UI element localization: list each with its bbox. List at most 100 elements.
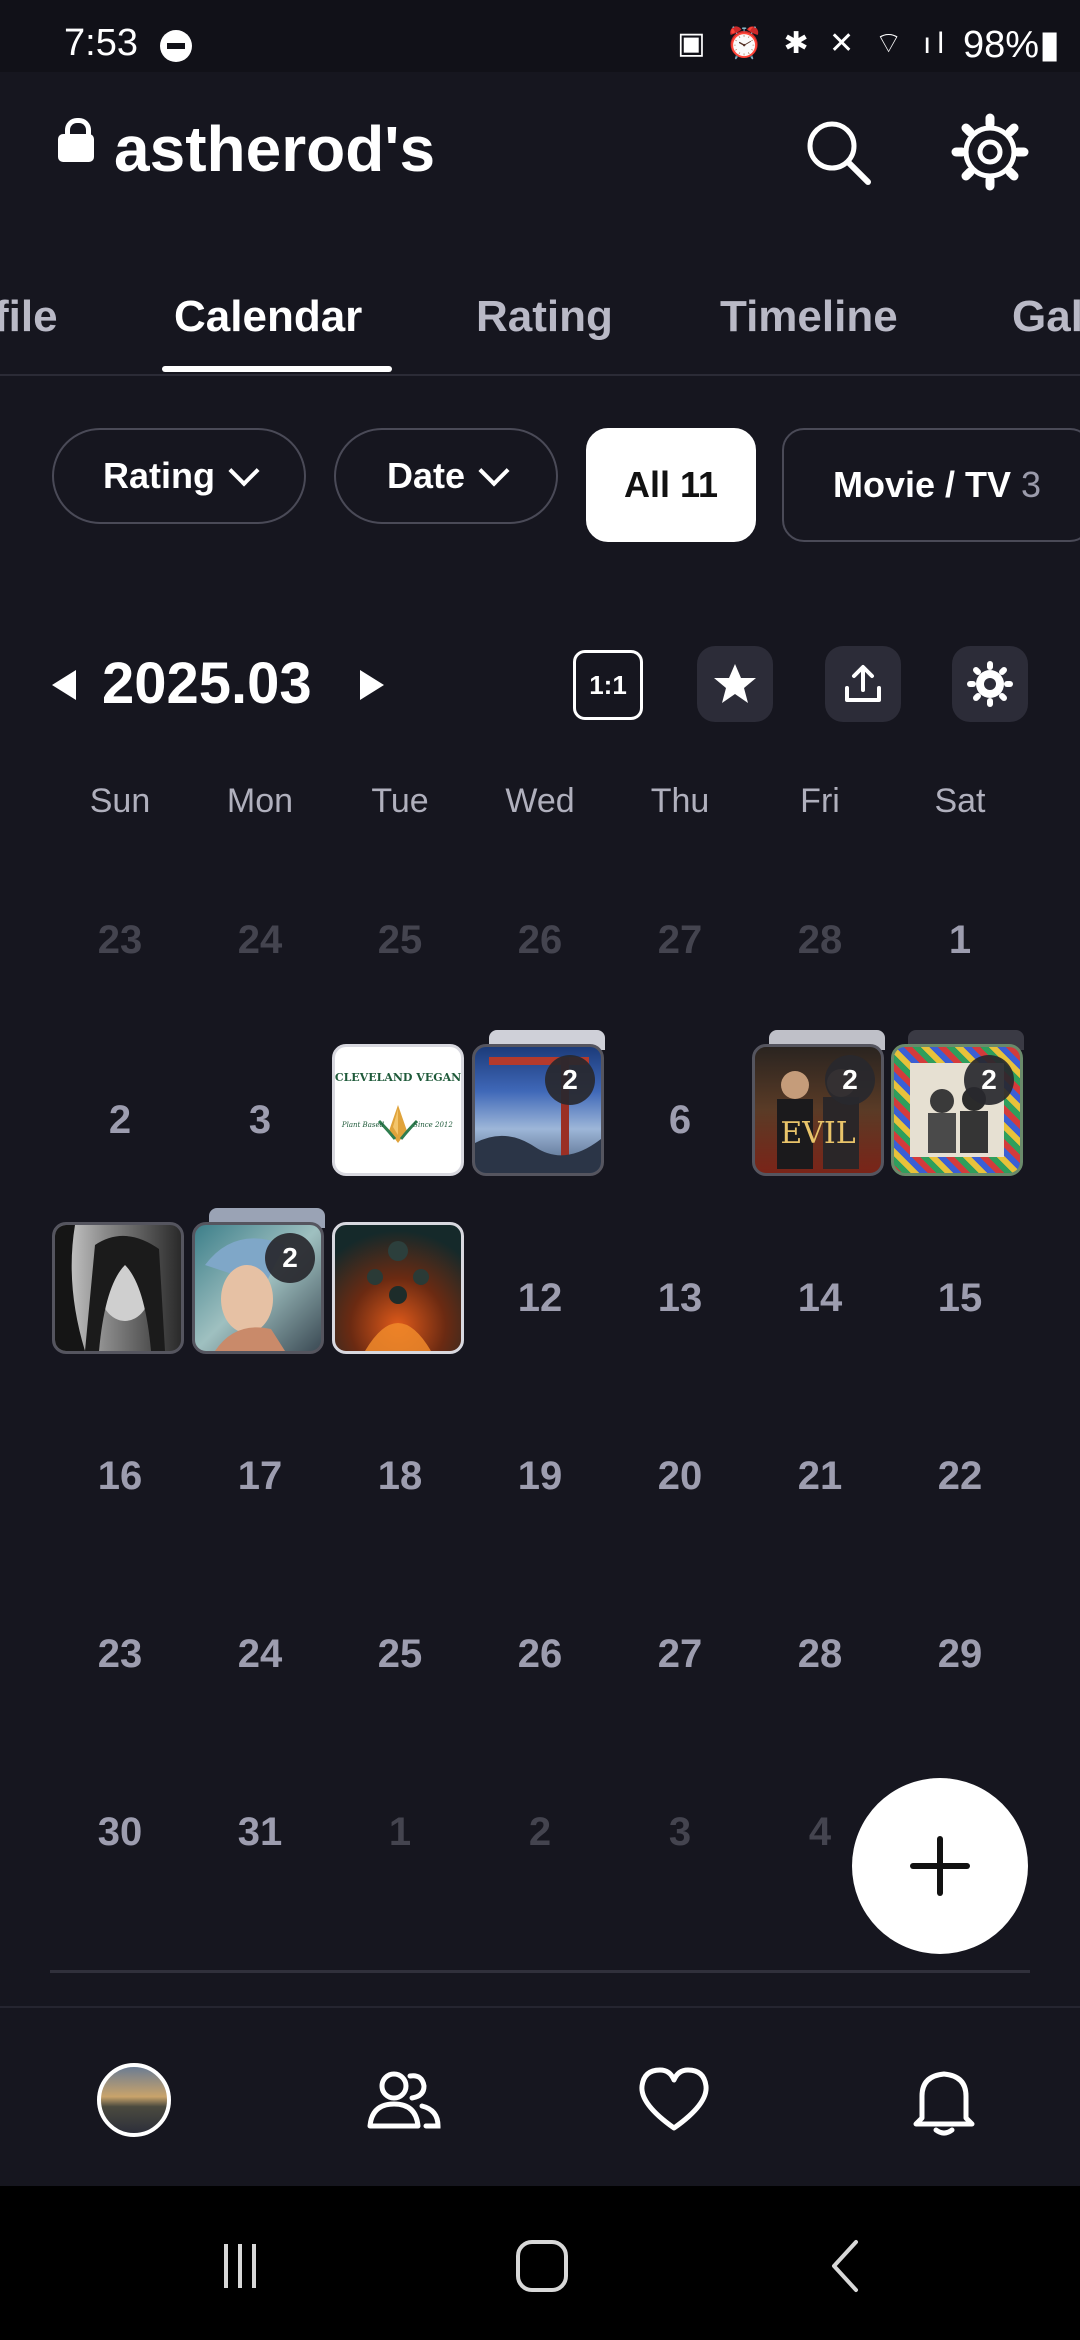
nav-notifications[interactable] xyxy=(902,2058,986,2142)
back-icon xyxy=(832,2240,858,2292)
cleveland-vegan-logo: CLEVELAND VEGAN Plant Based Since 2012 xyxy=(335,1071,461,1143)
gear-icon xyxy=(967,661,1013,707)
search-icon xyxy=(807,121,871,185)
nav-favorites[interactable] xyxy=(632,2058,716,2142)
calendar-day[interactable]: 27 xyxy=(620,1632,740,1677)
tab-gallery[interactable]: Gal xyxy=(1012,292,1080,342)
movie-tv-filter-chip[interactable]: Movie / TV 3 xyxy=(782,428,1080,542)
calendar-day[interactable]: 22 xyxy=(900,1454,1020,1499)
status-time: 7:53 xyxy=(64,22,138,64)
calendar-day-prev-month: 24 xyxy=(237,918,283,962)
calendar-day-prev-month: 26 xyxy=(517,918,563,962)
aspect-ratio-button[interactable]: 1:1 xyxy=(573,650,643,720)
favorites-button[interactable] xyxy=(697,646,773,722)
calendar-day[interactable]: 21 xyxy=(760,1454,880,1499)
nav-friends[interactable] xyxy=(362,2058,446,2142)
calendar-day[interactable]: 14 xyxy=(760,1276,880,1321)
app-header: astherod's xyxy=(0,72,1080,232)
heart-icon xyxy=(639,2067,709,2131)
share-icon xyxy=(845,665,881,702)
calendar-day-next-month: 3 xyxy=(668,1810,692,1854)
home-button[interactable] xyxy=(502,2236,582,2296)
calendar-day[interactable]: 19 xyxy=(480,1454,600,1499)
page-title: astherod's xyxy=(114,113,436,185)
calendar-day[interactable]: 20 xyxy=(620,1454,740,1499)
all-filter-chip[interactable]: All 11 xyxy=(586,428,756,542)
avatar xyxy=(97,2063,171,2137)
calendar-entry-thumbnail[interactable]: 2 xyxy=(192,1222,324,1354)
calendar-entry-thumbnail[interactable]: EVIL 2 xyxy=(752,1044,884,1176)
home-icon xyxy=(516,2240,568,2292)
rating-filter-dropdown[interactable]: Rating xyxy=(52,428,306,524)
tab-rating[interactable]: Rating xyxy=(476,292,613,342)
recent-apps-button[interactable] xyxy=(200,2236,280,2296)
entry-count-badge: 2 xyxy=(964,1055,1014,1105)
status-bar: 7:53 ▣ ⏰ ✱ ✕ ⌔ ıl 98%▮ xyxy=(0,0,1080,72)
calendar-day[interactable]: 30 xyxy=(60,1810,180,1855)
date-filter-dropdown[interactable]: Date xyxy=(334,428,558,524)
logo-right-text: Since 2012 xyxy=(413,1121,453,1129)
calendar-day[interactable]: 28 xyxy=(760,1632,880,1677)
calendar-day[interactable]: 29 xyxy=(900,1632,1020,1677)
calendar-day[interactable]: 12 xyxy=(480,1276,600,1321)
all-filter-label: All xyxy=(623,464,670,505)
calendar-settings-button[interactable] xyxy=(952,646,1028,722)
calendar-day[interactable]: 13 xyxy=(620,1276,740,1321)
bw-portrait xyxy=(55,1225,165,1351)
calendar-entry-thumbnail[interactable] xyxy=(332,1222,464,1354)
tab-calendar[interactable]: Calendar xyxy=(174,292,362,342)
calendar-day[interactable]: 17 xyxy=(200,1454,320,1499)
calendar-entry-thumbnail[interactable]: 2 xyxy=(891,1044,1023,1176)
calendar-day[interactable]: 23 xyxy=(60,1632,180,1677)
calendar-entry-thumbnail[interactable]: CLEVELAND VEGAN Plant Based Since 2012 xyxy=(332,1044,464,1176)
weekday-label: Tue xyxy=(371,782,429,820)
system-navigation-bar xyxy=(0,2186,1080,2340)
entry-count-badge: 2 xyxy=(545,1055,595,1105)
calendar-day[interactable]: 25 xyxy=(340,1632,460,1677)
weekday-label: Mon xyxy=(226,782,294,820)
calendar-day[interactable]: 24 xyxy=(200,1632,320,1677)
battery-level: 98%▮ xyxy=(963,24,1060,66)
previous-month-button[interactable] xyxy=(52,670,76,700)
calendar-day[interactable]: 2 xyxy=(60,1098,180,1143)
recent-apps-icon xyxy=(224,2244,256,2288)
tab-profile[interactable]: file xyxy=(0,292,58,342)
poster-title: EVIL xyxy=(780,1116,855,1151)
tab-bar: file Calendar Rating Timeline Gal xyxy=(0,282,1080,376)
back-button[interactable] xyxy=(806,2236,886,2296)
calendar-day-prev-month: 25 xyxy=(377,918,423,962)
calendar-day[interactable]: 26 xyxy=(480,1632,600,1677)
calendar-day-prev-month: 23 xyxy=(97,918,143,962)
calendar-day[interactable]: 15 xyxy=(900,1276,1020,1321)
calendar-day-prev-month: 28 xyxy=(797,918,843,962)
bottom-navigation xyxy=(0,2006,1080,2188)
calendar-day[interactable]: 16 xyxy=(60,1454,180,1499)
add-entry-button[interactable] xyxy=(852,1778,1028,1954)
next-month-button[interactable] xyxy=(360,670,384,700)
movie-tv-filter-count: 3 xyxy=(1021,464,1042,505)
weekday-label: Sat xyxy=(934,782,986,820)
calendar-day[interactable]: 1 xyxy=(900,918,1020,963)
calendar-day-next-month: 2 xyxy=(528,1810,552,1854)
fire-poster xyxy=(365,1241,431,1351)
calendar-day[interactable]: 6 xyxy=(620,1098,740,1143)
nav-profile[interactable] xyxy=(92,2058,176,2142)
month-label: 2025.03 xyxy=(102,651,312,716)
tab-timeline[interactable]: Timeline xyxy=(720,292,898,342)
active-tab-indicator xyxy=(162,366,392,372)
calendar-entry-thumbnail[interactable] xyxy=(52,1222,184,1354)
settings-button[interactable] xyxy=(950,112,1030,192)
calendar-day[interactable]: 3 xyxy=(200,1098,320,1143)
calendar-day[interactable]: 18 xyxy=(340,1454,460,1499)
search-button[interactable] xyxy=(798,112,878,192)
calendar-entry-thumbnail[interactable]: 2 xyxy=(472,1044,604,1176)
share-button[interactable] xyxy=(825,646,901,722)
star-icon xyxy=(714,664,756,703)
rating-filter-label: Rating xyxy=(103,455,215,496)
weekday-label: Wed xyxy=(505,782,575,820)
bell-icon xyxy=(913,2071,975,2136)
divider xyxy=(50,1970,1030,1973)
date-filter-label: Date xyxy=(386,455,466,496)
calendar-day[interactable]: 31 xyxy=(200,1810,320,1855)
chevron-down-icon xyxy=(228,455,260,487)
